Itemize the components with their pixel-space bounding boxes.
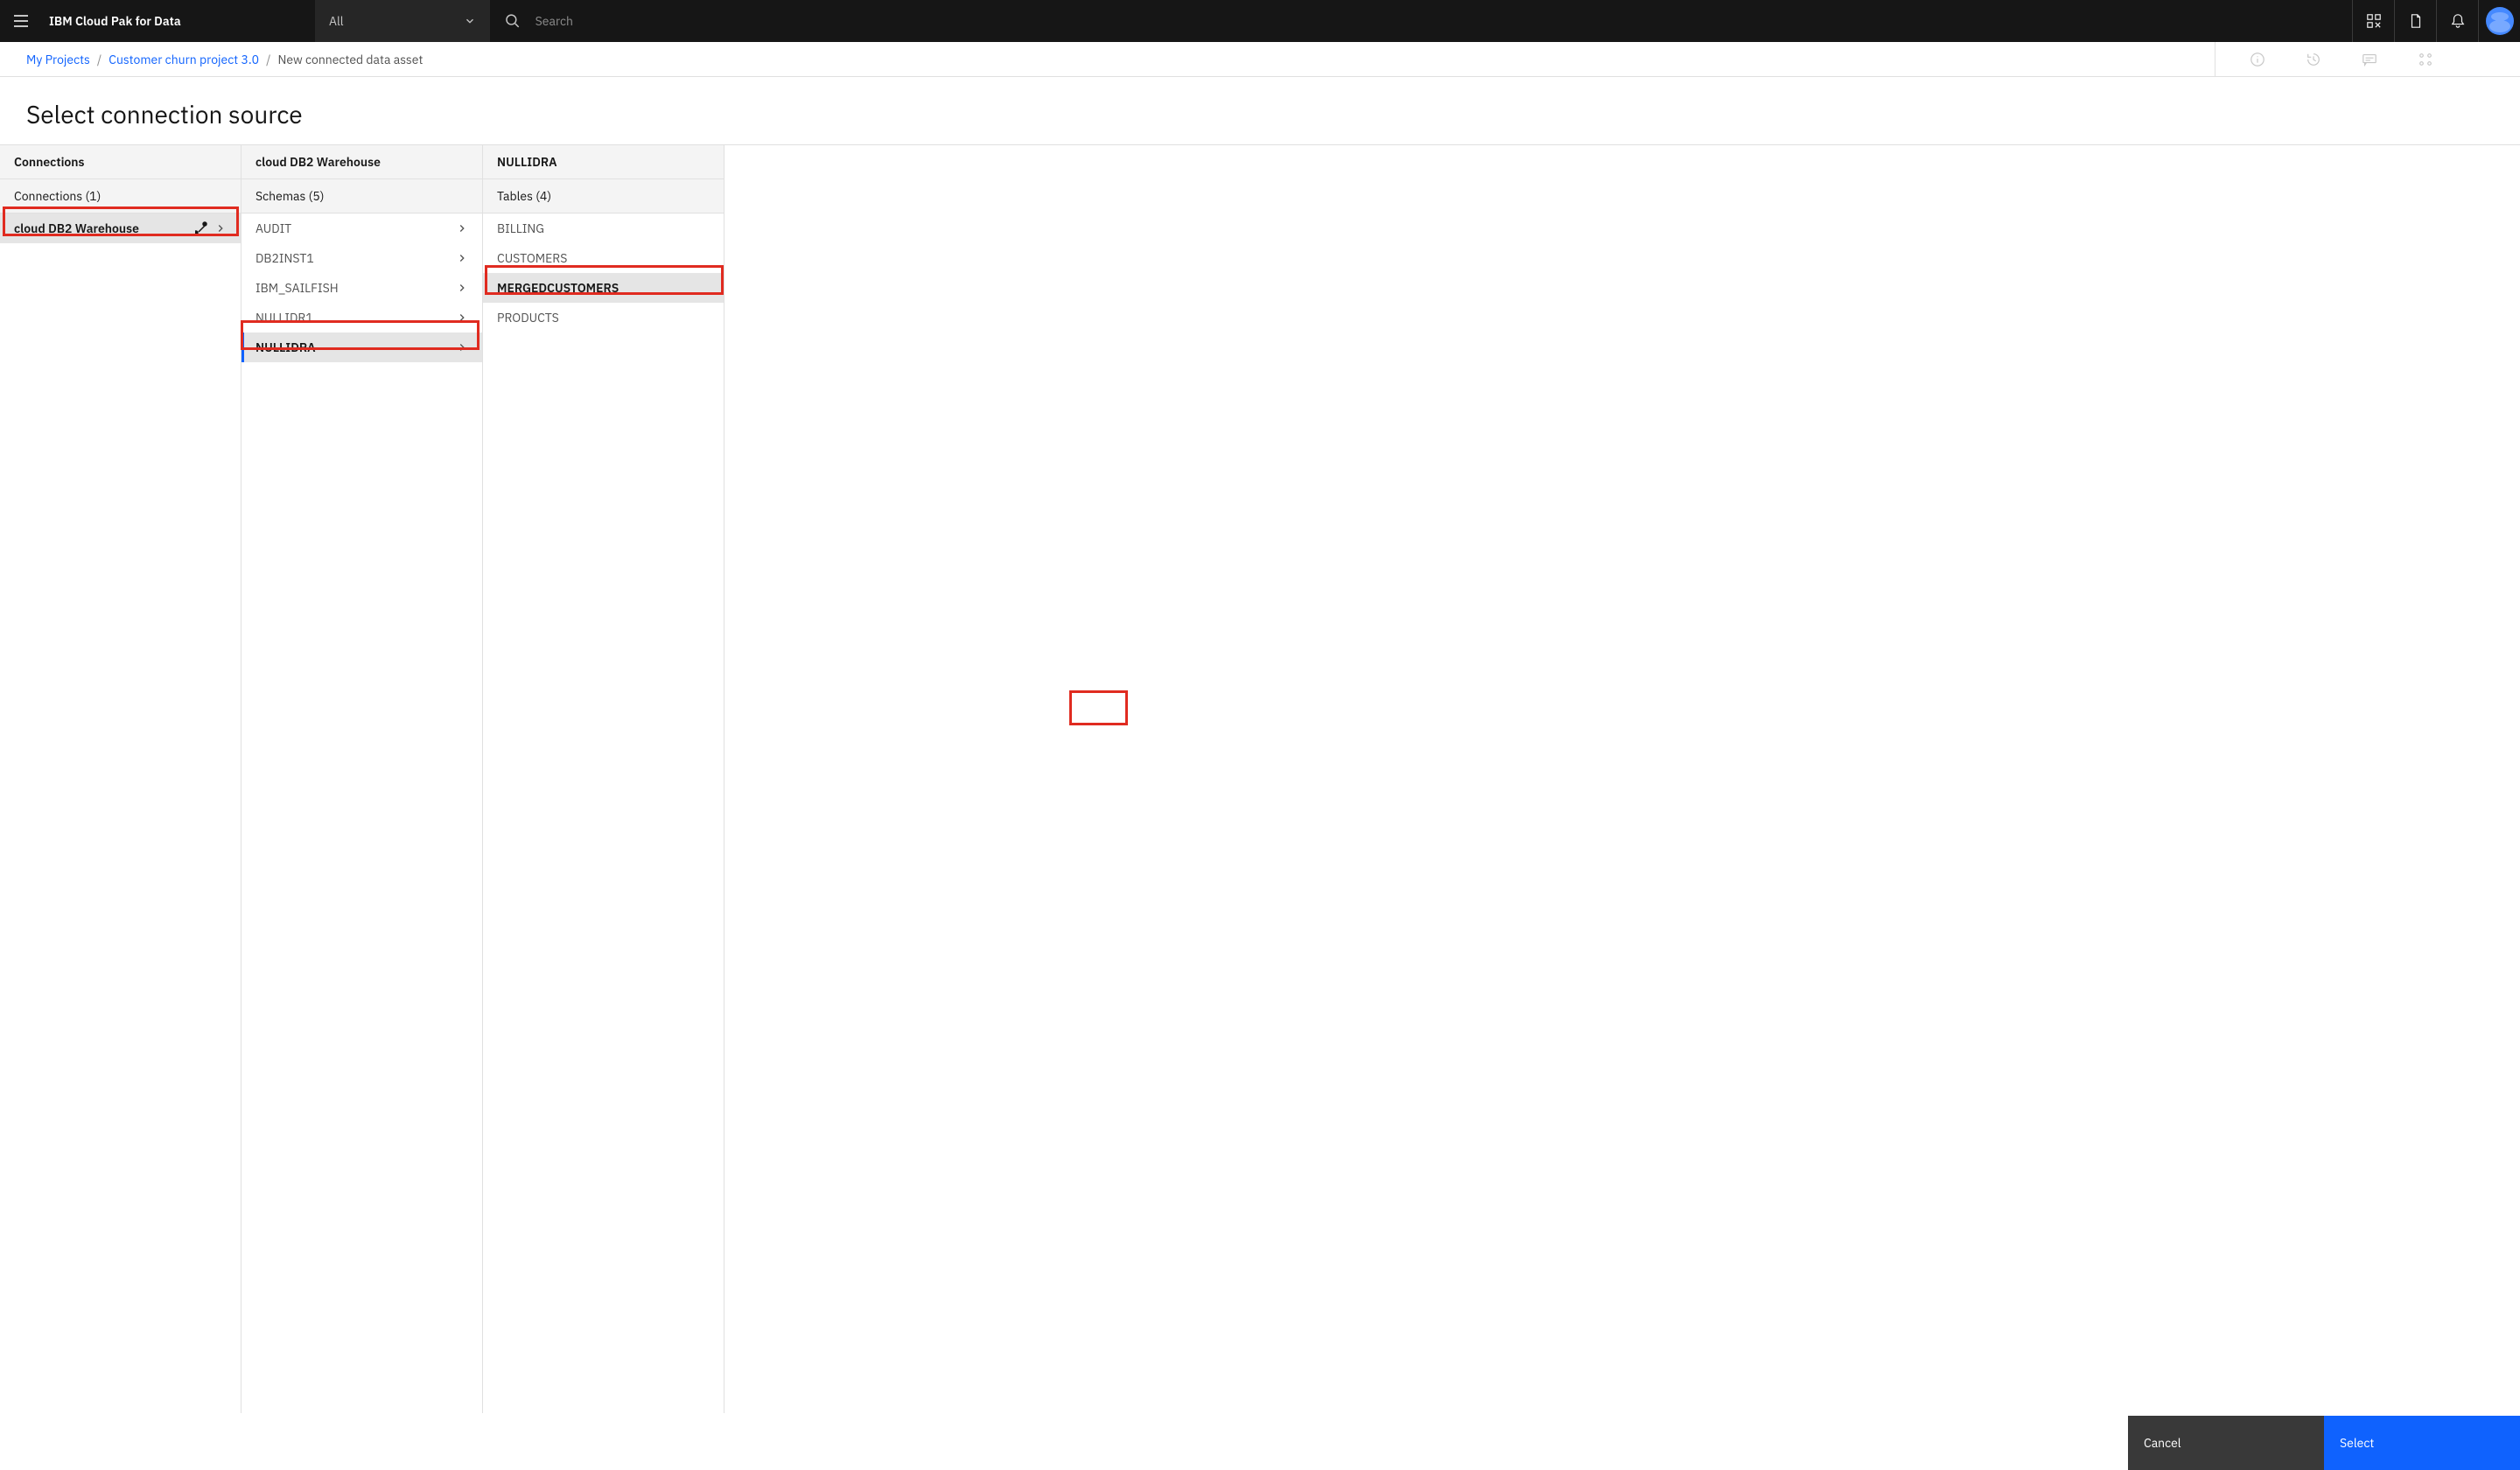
schema-item-db2inst1[interactable]: DB2INST1 xyxy=(242,243,482,273)
chat-icon xyxy=(2362,52,2377,67)
grid-icon xyxy=(2418,52,2433,67)
connection-item-cloud-db2[interactable]: cloud DB2 Warehouse xyxy=(0,214,241,243)
comments-button[interactable] xyxy=(2342,42,2398,77)
schema-item-label: AUDIT xyxy=(256,220,291,236)
breadcrumb-separator: / xyxy=(97,52,102,67)
col-connections-header: Connections xyxy=(0,145,241,179)
avatar-icon xyxy=(2486,7,2514,35)
schema-item-nullidr1[interactable]: NULLIDR1 xyxy=(242,303,482,332)
chevron-right-icon xyxy=(456,341,468,354)
cancel-button-label: Cancel xyxy=(2144,1435,2181,1451)
col-tables-header: NULLIDRA xyxy=(483,145,724,179)
history-button[interactable] xyxy=(2286,42,2342,77)
connector-icon xyxy=(195,221,209,235)
chevron-right-icon xyxy=(456,222,468,234)
breadcrumb-separator: / xyxy=(266,52,270,67)
menu-button[interactable] xyxy=(0,0,42,42)
schema-item-label: DB2INST1 xyxy=(256,250,314,266)
filter-select[interactable]: All xyxy=(315,0,490,42)
table-item-label: PRODUCTS xyxy=(497,310,559,326)
document-button[interactable] xyxy=(2394,0,2436,42)
subheader: My Projects / Customer churn project 3.0… xyxy=(0,42,2520,77)
columns: Connections Connections (1) cloud DB2 Wa… xyxy=(0,144,2520,1413)
chevron-right-icon xyxy=(456,282,468,294)
search-wrap xyxy=(490,0,2352,42)
footer-actions: Cancel Select xyxy=(2128,1416,2520,1470)
schema-item-label: NULLIDR1 xyxy=(256,310,313,326)
table-item-mergedcustomers[interactable]: MERGEDCUSTOMERS xyxy=(483,273,724,303)
page-title: Select connection source xyxy=(26,98,2494,130)
breadcrumb-current: New connected data asset xyxy=(277,52,423,67)
cancel-button[interactable]: Cancel xyxy=(2128,1416,2324,1470)
avatar-button[interactable] xyxy=(2478,0,2520,42)
schema-item-label: NULLIDRA xyxy=(256,340,316,355)
chevron-right-icon xyxy=(456,312,468,324)
schema-item-audit[interactable]: AUDIT xyxy=(242,214,482,243)
notifications-button[interactable] xyxy=(2436,0,2478,42)
breadcrumb-link-projects[interactable]: My Projects xyxy=(26,52,90,67)
col-connections-subheader: Connections (1) xyxy=(0,179,241,214)
topbar: IBM Cloud Pak for Data All xyxy=(0,0,2520,42)
col-tables: NULLIDRA Tables (4) BILLING CUSTOMERS ME… xyxy=(483,145,724,1413)
filter-select-label: All xyxy=(329,13,344,29)
table-item-label: CUSTOMERS xyxy=(497,250,567,266)
breadcrumb: My Projects / Customer churn project 3.0… xyxy=(26,52,2215,67)
page-title-wrap: Select connection source xyxy=(0,77,2520,144)
col-schemas: cloud DB2 Warehouse Schemas (5) AUDIT DB… xyxy=(242,145,483,1413)
search-icon xyxy=(504,12,522,30)
connection-item-icons xyxy=(195,221,227,235)
breadcrumb-link-project[interactable]: Customer churn project 3.0 xyxy=(108,52,259,67)
connection-item-label: cloud DB2 Warehouse xyxy=(14,220,139,236)
chevron-down-icon xyxy=(464,15,476,27)
table-item-billing[interactable]: BILLING xyxy=(483,214,724,243)
table-item-label: MERGEDCUSTOMERS xyxy=(497,280,619,296)
schema-item-nullidra[interactable]: NULLIDRA xyxy=(242,332,482,362)
col-schemas-subheader: Schemas (5) xyxy=(242,179,482,214)
search-input[interactable] xyxy=(536,13,2338,29)
select-button-label: Select xyxy=(2340,1435,2374,1451)
table-item-customers[interactable]: CUSTOMERS xyxy=(483,243,724,273)
table-item-products[interactable]: PRODUCTS xyxy=(483,303,724,332)
info-button[interactable] xyxy=(2230,42,2286,77)
chevron-right-icon xyxy=(214,222,227,234)
table-item-label: BILLING xyxy=(497,220,544,236)
product-title: IBM Cloud Pak for Data xyxy=(42,13,315,29)
schema-item-label: IBM_SAILFISH xyxy=(256,280,339,296)
history-icon xyxy=(2306,52,2321,67)
info-icon xyxy=(2250,52,2265,67)
bell-icon xyxy=(2450,13,2466,29)
col-tables-subheader: Tables (4) xyxy=(483,179,724,214)
right-icons xyxy=(2352,0,2520,42)
document-icon xyxy=(2408,13,2424,29)
col-connections: Connections Connections (1) cloud DB2 Wa… xyxy=(0,145,242,1413)
chevron-right-icon xyxy=(456,252,468,264)
select-button[interactable]: Select xyxy=(2324,1416,2520,1470)
sub-actions xyxy=(2215,42,2506,76)
col-schemas-header: cloud DB2 Warehouse xyxy=(242,145,482,179)
grid-button[interactable] xyxy=(2398,42,2454,77)
schema-item-ibm-sailfish[interactable]: IBM_SAILFISH xyxy=(242,273,482,303)
widgets-button[interactable] xyxy=(2352,0,2394,42)
widgets-icon xyxy=(2366,13,2382,29)
hamburger-icon xyxy=(12,12,30,30)
